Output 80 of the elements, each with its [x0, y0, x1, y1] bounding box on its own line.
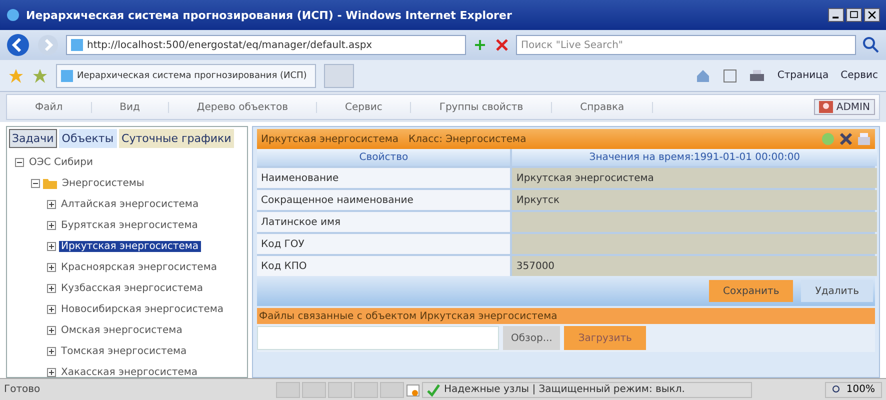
close-button[interactable] — [864, 8, 880, 22]
command-menu[interactable]: Страница — [777, 70, 829, 81]
menu-item[interactable]: Дерево объектов — [168, 102, 317, 112]
object-class: Класс: Энергосистема — [408, 134, 526, 144]
object-name: Иркутская энергосистема — [261, 134, 399, 144]
expander-icon[interactable] — [31, 179, 40, 188]
property-name: Сокращенное наименование — [257, 190, 510, 210]
maximize-button[interactable] — [846, 8, 862, 22]
zoom-control[interactable]: 100% — [825, 382, 882, 398]
panel-tab[interactable]: Объекты — [58, 129, 117, 148]
tree-item[interactable]: Бурятская энергосистема — [59, 220, 200, 231]
menu-item[interactable]: Группы свойств — [411, 102, 552, 112]
expander-icon[interactable] — [47, 347, 56, 356]
back-button[interactable] — [6, 33, 30, 57]
status-text: Готово — [4, 384, 42, 395]
page-icon — [61, 70, 73, 82]
delete-button[interactable]: Удалить — [801, 280, 873, 302]
command-menu[interactable]: Сервис — [840, 70, 878, 81]
property-name: Латинское имя — [257, 212, 510, 232]
expander-icon[interactable] — [47, 263, 56, 272]
status-pane — [380, 382, 404, 398]
property-name: Наименование — [257, 168, 510, 188]
search-icon[interactable] — [862, 36, 880, 54]
menu-item[interactable]: Справка — [552, 102, 654, 112]
menu-item[interactable]: Сервис — [316, 102, 412, 112]
property-value-field[interactable]: Иркутская энергосистема — [512, 168, 877, 188]
tree-item[interactable]: Красноярская энергосистема — [59, 262, 219, 273]
panel-tab[interactable]: Задачи — [9, 129, 57, 148]
property-value-field[interactable] — [512, 234, 877, 254]
expander-icon[interactable] — [47, 284, 56, 293]
expander-icon[interactable] — [47, 242, 56, 251]
tree-item[interactable]: ОЭС Сибири — [27, 157, 96, 168]
file-path-field[interactable] — [257, 326, 499, 350]
tree-item[interactable]: Энергосистемы — [60, 178, 146, 189]
status-pane — [328, 382, 352, 398]
lock-icon — [406, 382, 420, 396]
property-value-field[interactable]: Иркутск — [512, 190, 877, 210]
status-pane — [276, 382, 300, 398]
minimize-button[interactable] — [828, 8, 844, 22]
status-pane — [302, 382, 326, 398]
window-title: Иерархическая система прогнозирования (ИСП) - Windows Internet Explorer — [26, 8, 513, 22]
address-field[interactable]: http://localhost:500/energostat/eq/manager/default.aspx — [66, 35, 466, 55]
tree-item[interactable]: Алтайская энергосистема — [59, 199, 201, 210]
save-button[interactable]: Сохранить — [709, 280, 794, 302]
expander-icon[interactable] — [47, 368, 56, 377]
tree-item[interactable]: Томская энергосистема — [59, 346, 189, 357]
menu-item[interactable]: Файл — [7, 102, 92, 112]
tools-icon[interactable] — [839, 132, 853, 146]
property-name: Код ГОУ — [257, 234, 510, 254]
tree-item[interactable]: Омская энергосистема — [59, 325, 184, 336]
browse-button[interactable]: Обзор... — [503, 326, 560, 350]
stop-icon[interactable] — [494, 37, 510, 53]
files-header: Файлы связанные с объектом Иркутская энергосистема — [257, 308, 875, 324]
property-value-field[interactable] — [512, 212, 877, 232]
page-icon — [71, 39, 83, 51]
column-header: Значения на время:1991-01-01 00:00:00 — [512, 149, 877, 166]
column-header: Свойство — [257, 149, 510, 166]
menu-item[interactable]: Вид — [92, 102, 169, 112]
search-field[interactable]: Поиск "Live Search" — [516, 35, 856, 55]
printer-icon[interactable] — [749, 68, 766, 82]
user-button[interactable]: ADMIN — [814, 99, 875, 115]
security-zone: Надежные узлы | Защищенный режим: выкл. — [444, 384, 685, 395]
magnifier-icon — [832, 384, 842, 394]
tree-item[interactable]: Новосибирская энергосистема — [59, 304, 226, 315]
expander-icon[interactable] — [47, 305, 56, 314]
user-icon — [819, 101, 834, 113]
tree-item[interactable]: Иркутская энергосистема — [59, 241, 201, 252]
status-pane — [354, 382, 378, 398]
star-icon[interactable] — [8, 68, 24, 84]
tree-item[interactable]: Кузбасская энергосистема — [59, 283, 206, 294]
expander-icon[interactable] — [47, 221, 56, 230]
expander-icon[interactable] — [47, 326, 56, 335]
property-name: Код КПО — [257, 256, 510, 276]
expander-icon[interactable] — [15, 158, 24, 167]
property-value-field[interactable]: 357000 — [512, 256, 877, 276]
panel-tab[interactable]: Суточные графики — [118, 129, 234, 148]
tree-item[interactable]: Хакасская энергосистема — [59, 367, 200, 378]
check-icon — [426, 382, 440, 396]
expander-icon[interactable] — [47, 200, 56, 209]
browser-tab[interactable]: Иерархическая система прогнозирования (ИСП) — [56, 64, 316, 88]
